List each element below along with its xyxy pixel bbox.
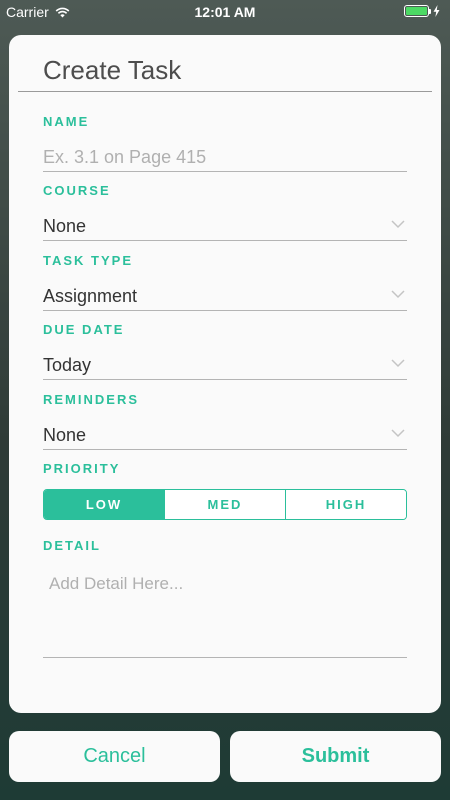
task-type-field-group: TASK TYPE Assignment <box>43 253 407 311</box>
due-date-field-group: DUE DATE Today <box>43 322 407 380</box>
chevron-down-icon <box>391 359 405 368</box>
status-bar: Carrier 12:01 AM <box>0 0 450 24</box>
reminders-field-group: REMINDERS None <box>43 392 407 450</box>
reminders-label: REMINDERS <box>43 392 140 407</box>
cancel-button[interactable]: Cancel <box>9 731 220 782</box>
detail-placeholder: Add Detail Here... <box>49 574 184 593</box>
reminders-select[interactable]: None <box>43 420 407 450</box>
priority-low-button[interactable]: LOW <box>44 490 165 519</box>
due-date-value: Today <box>43 355 92 375</box>
priority-field-group: PRIORITY LOW MED HIGH <box>43 461 407 520</box>
course-select[interactable]: None <box>43 211 407 241</box>
name-placeholder: Ex. 3.1 on Page 415 <box>43 147 207 167</box>
reminders-value: None <box>43 425 87 445</box>
course-value: None <box>43 216 87 236</box>
create-task-card: Create Task NAME Ex. 3.1 on Page 415 COU… <box>9 35 441 713</box>
name-field-group: NAME Ex. 3.1 on Page 415 <box>43 114 407 172</box>
status-right <box>404 5 440 17</box>
due-date-select[interactable]: Today <box>43 350 407 380</box>
chevron-down-icon <box>391 429 405 438</box>
priority-high-button[interactable]: HIGH <box>286 490 406 519</box>
title-divider <box>18 91 432 92</box>
name-label: NAME <box>43 114 90 129</box>
priority-segmented-control: LOW MED HIGH <box>43 489 407 520</box>
priority-med-button[interactable]: MED <box>165 490 286 519</box>
chevron-down-icon <box>391 290 405 299</box>
name-input[interactable]: Ex. 3.1 on Page 415 <box>43 142 407 172</box>
due-date-label: DUE DATE <box>43 322 125 337</box>
status-time: 12:01 AM <box>194 4 256 20</box>
page-title: Create Task <box>43 55 182 85</box>
priority-label: PRIORITY <box>43 461 121 476</box>
task-type-value: Assignment <box>43 286 138 306</box>
detail-label: DETAIL <box>43 538 101 553</box>
submit-button[interactable]: Submit <box>230 731 441 782</box>
course-label: COURSE <box>43 183 111 198</box>
charging-bolt-icon <box>433 5 440 17</box>
detail-textarea[interactable]: Add Detail Here... <box>43 566 407 658</box>
task-type-label: TASK TYPE <box>43 253 133 268</box>
battery-icon <box>404 5 431 17</box>
course-field-group: COURSE None <box>43 183 407 241</box>
battery-cap <box>429 9 431 14</box>
battery-level-fill <box>406 7 427 15</box>
chevron-down-icon <box>391 220 405 229</box>
task-type-select[interactable]: Assignment <box>43 281 407 311</box>
detail-field-group: DETAIL Add Detail Here... <box>43 538 407 658</box>
